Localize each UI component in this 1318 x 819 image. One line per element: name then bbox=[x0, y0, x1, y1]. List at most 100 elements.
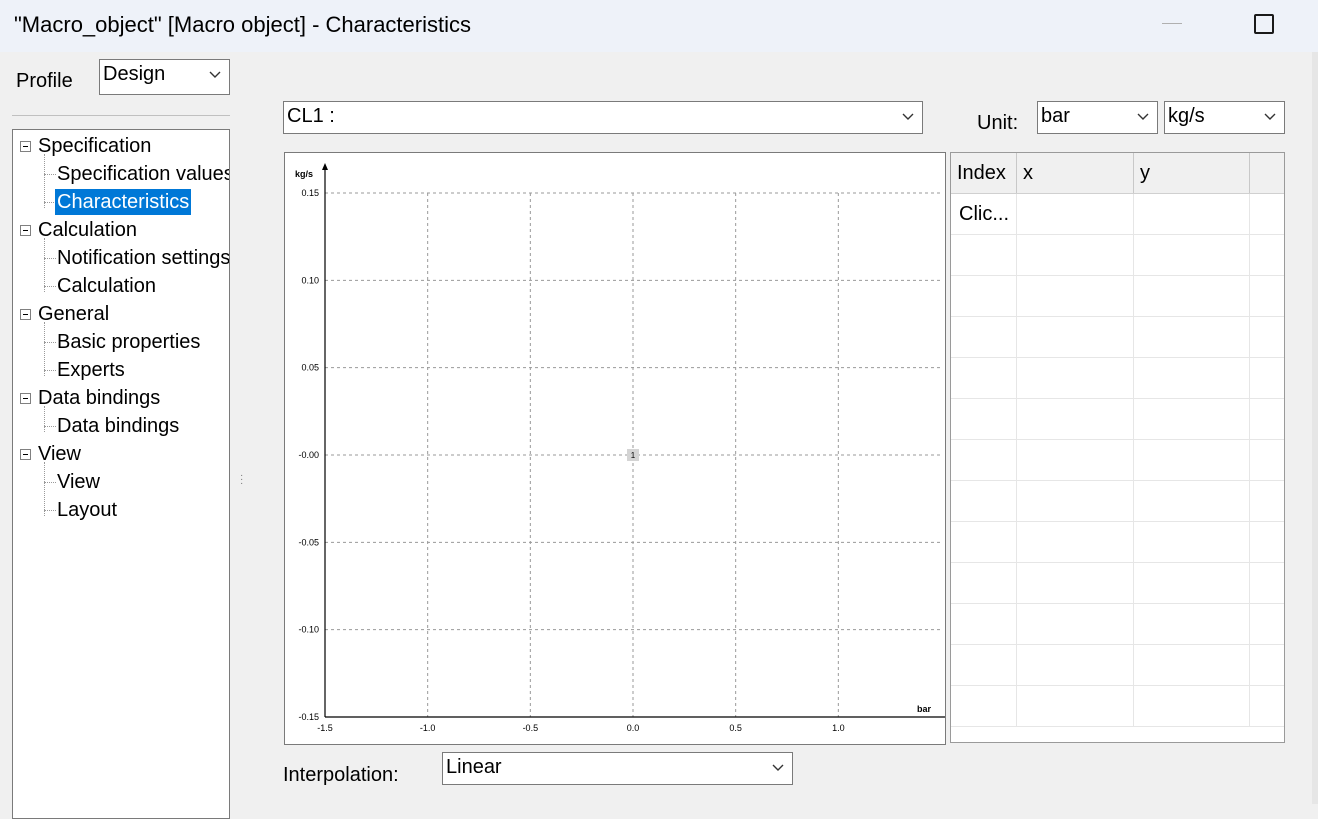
table-cell-y[interactable] bbox=[1134, 686, 1250, 726]
table-cell-index[interactable] bbox=[951, 522, 1017, 562]
tree-node-general[interactable]: General bbox=[38, 302, 109, 326]
profile-select[interactable]: Design bbox=[99, 59, 230, 95]
table-row[interactable]: Clic... bbox=[951, 194, 1284, 235]
tree-item-specification-values[interactable]: Specification values bbox=[57, 162, 229, 186]
tree-connector bbox=[44, 462, 45, 516]
maximize-icon[interactable] bbox=[1254, 14, 1274, 34]
table-cell-y[interactable] bbox=[1134, 440, 1250, 480]
table-cell-index[interactable]: Clic... bbox=[951, 194, 1017, 234]
tree-item-layout[interactable]: Layout bbox=[57, 498, 117, 522]
table-row[interactable] bbox=[951, 317, 1284, 358]
table-row[interactable] bbox=[951, 522, 1284, 563]
table-cell-x[interactable] bbox=[1017, 276, 1134, 316]
table-cell-y[interactable] bbox=[1134, 276, 1250, 316]
table-row[interactable] bbox=[951, 645, 1284, 686]
table-cell-y[interactable] bbox=[1134, 194, 1250, 234]
x-axis-label: bar bbox=[917, 704, 932, 714]
tree-node-data-bindings[interactable]: Data bindings bbox=[38, 386, 160, 410]
column-header-y[interactable]: y bbox=[1134, 153, 1250, 193]
tree-node-specification[interactable]: Specification bbox=[38, 134, 151, 158]
tree-item-view[interactable]: View bbox=[57, 470, 100, 494]
tree-node-calculation[interactable]: Calculation bbox=[38, 218, 137, 242]
collapse-icon[interactable] bbox=[20, 393, 31, 404]
x-unit-select[interactable]: bar bbox=[1037, 101, 1158, 134]
tree-item-experts[interactable]: Experts bbox=[57, 358, 125, 382]
collapse-icon[interactable] bbox=[20, 449, 31, 460]
y-tick-label: -0.15 bbox=[298, 712, 319, 722]
table-cell-y[interactable] bbox=[1134, 645, 1250, 685]
tree-item-basic-properties[interactable]: Basic properties bbox=[57, 330, 200, 354]
table-cell-x[interactable] bbox=[1017, 358, 1134, 398]
column-header-index[interactable]: Index bbox=[951, 153, 1017, 193]
table-cell-x[interactable] bbox=[1017, 481, 1134, 521]
tree-connector bbox=[44, 510, 56, 511]
table-cell-x[interactable] bbox=[1017, 235, 1134, 275]
collapse-icon[interactable] bbox=[20, 141, 31, 152]
characteristic-chart[interactable]: -1.5 -1.0 -0.5 0.0 0.5 1.0 0.15 0.10 0.05 -0.00 -0… bbox=[284, 152, 946, 745]
tree-connector bbox=[44, 370, 56, 371]
tree-item-notification-settings[interactable]: Notification settings bbox=[57, 246, 229, 270]
minimize-icon[interactable] bbox=[1162, 23, 1182, 24]
table-row[interactable] bbox=[951, 358, 1284, 399]
y-unit-select[interactable]: kg/s bbox=[1164, 101, 1285, 134]
table-cell-y[interactable] bbox=[1134, 235, 1250, 275]
tree-item-calculation[interactable]: Calculation bbox=[57, 274, 156, 298]
table-cell-x[interactable] bbox=[1017, 522, 1134, 562]
collapse-icon[interactable] bbox=[20, 309, 31, 320]
chart-canvas[interactable]: -1.5 -1.0 -0.5 0.0 0.5 1.0 0.15 0.10 0.05 -0.00 -0… bbox=[285, 153, 945, 744]
table-cell-x[interactable] bbox=[1017, 604, 1134, 644]
collapse-icon[interactable] bbox=[20, 225, 31, 236]
table-cell-index[interactable] bbox=[951, 645, 1017, 685]
table-cell-index[interactable] bbox=[951, 276, 1017, 316]
interpolation-select[interactable]: Linear bbox=[442, 752, 793, 785]
table-cell-y[interactable] bbox=[1134, 317, 1250, 357]
y-tick-label: 0.10 bbox=[301, 275, 319, 285]
chevron-down-icon bbox=[1264, 113, 1276, 120]
tree-item-data-bindings[interactable]: Data bindings bbox=[57, 414, 179, 438]
table-cell-index[interactable] bbox=[951, 399, 1017, 439]
table-cell-x[interactable] bbox=[1017, 194, 1134, 234]
table-cell-y[interactable] bbox=[1134, 563, 1250, 603]
table-cell-y[interactable] bbox=[1134, 358, 1250, 398]
table-cell-index[interactable] bbox=[951, 440, 1017, 480]
column-header-x[interactable]: x bbox=[1017, 153, 1134, 193]
chevron-down-icon bbox=[1137, 113, 1149, 120]
table-cell-index[interactable] bbox=[951, 358, 1017, 398]
splitter-handle[interactable]: · · · bbox=[240, 471, 243, 489]
table-cell-x[interactable] bbox=[1017, 686, 1134, 726]
table-row[interactable] bbox=[951, 399, 1284, 440]
table-row[interactable] bbox=[951, 440, 1284, 481]
y-axis-arrow-icon bbox=[322, 163, 328, 170]
table-cell-y[interactable] bbox=[1134, 399, 1250, 439]
curve-select[interactable]: CL1 : bbox=[283, 101, 923, 134]
table-cell-y[interactable] bbox=[1134, 604, 1250, 644]
table-cell-x[interactable] bbox=[1017, 399, 1134, 439]
table-cell-x[interactable] bbox=[1017, 440, 1134, 480]
interpolation-value: Linear bbox=[446, 756, 502, 778]
table-cell-index[interactable] bbox=[951, 317, 1017, 357]
table-cell-index[interactable] bbox=[951, 686, 1017, 726]
table-row[interactable] bbox=[951, 276, 1284, 317]
table-row[interactable] bbox=[951, 235, 1284, 276]
table-cell-index[interactable] bbox=[951, 481, 1017, 521]
tree-connector bbox=[44, 342, 56, 343]
tree-item-characteristics[interactable]: Characteristics bbox=[55, 189, 192, 215]
x-tick-label: 0.0 bbox=[627, 723, 640, 733]
table-row[interactable] bbox=[951, 686, 1284, 727]
chevron-down-icon bbox=[209, 71, 221, 78]
table-cell-index[interactable] bbox=[951, 604, 1017, 644]
table-header: Index x y bbox=[951, 153, 1284, 194]
table-cell-index[interactable] bbox=[951, 563, 1017, 603]
table-cell-x[interactable] bbox=[1017, 645, 1134, 685]
table-cell-x[interactable] bbox=[1017, 317, 1134, 357]
table-cell-index[interactable] bbox=[951, 235, 1017, 275]
table-row[interactable] bbox=[951, 604, 1284, 645]
table-cell-y[interactable] bbox=[1134, 481, 1250, 521]
table-cell-x[interactable] bbox=[1017, 563, 1134, 603]
tree-node-view[interactable]: View bbox=[38, 442, 81, 466]
y-tick-label: -0.00 bbox=[298, 450, 319, 460]
table-cell-y[interactable] bbox=[1134, 522, 1250, 562]
x-tick-label: 0.5 bbox=[729, 723, 742, 733]
table-row[interactable] bbox=[951, 481, 1284, 522]
table-row[interactable] bbox=[951, 563, 1284, 604]
